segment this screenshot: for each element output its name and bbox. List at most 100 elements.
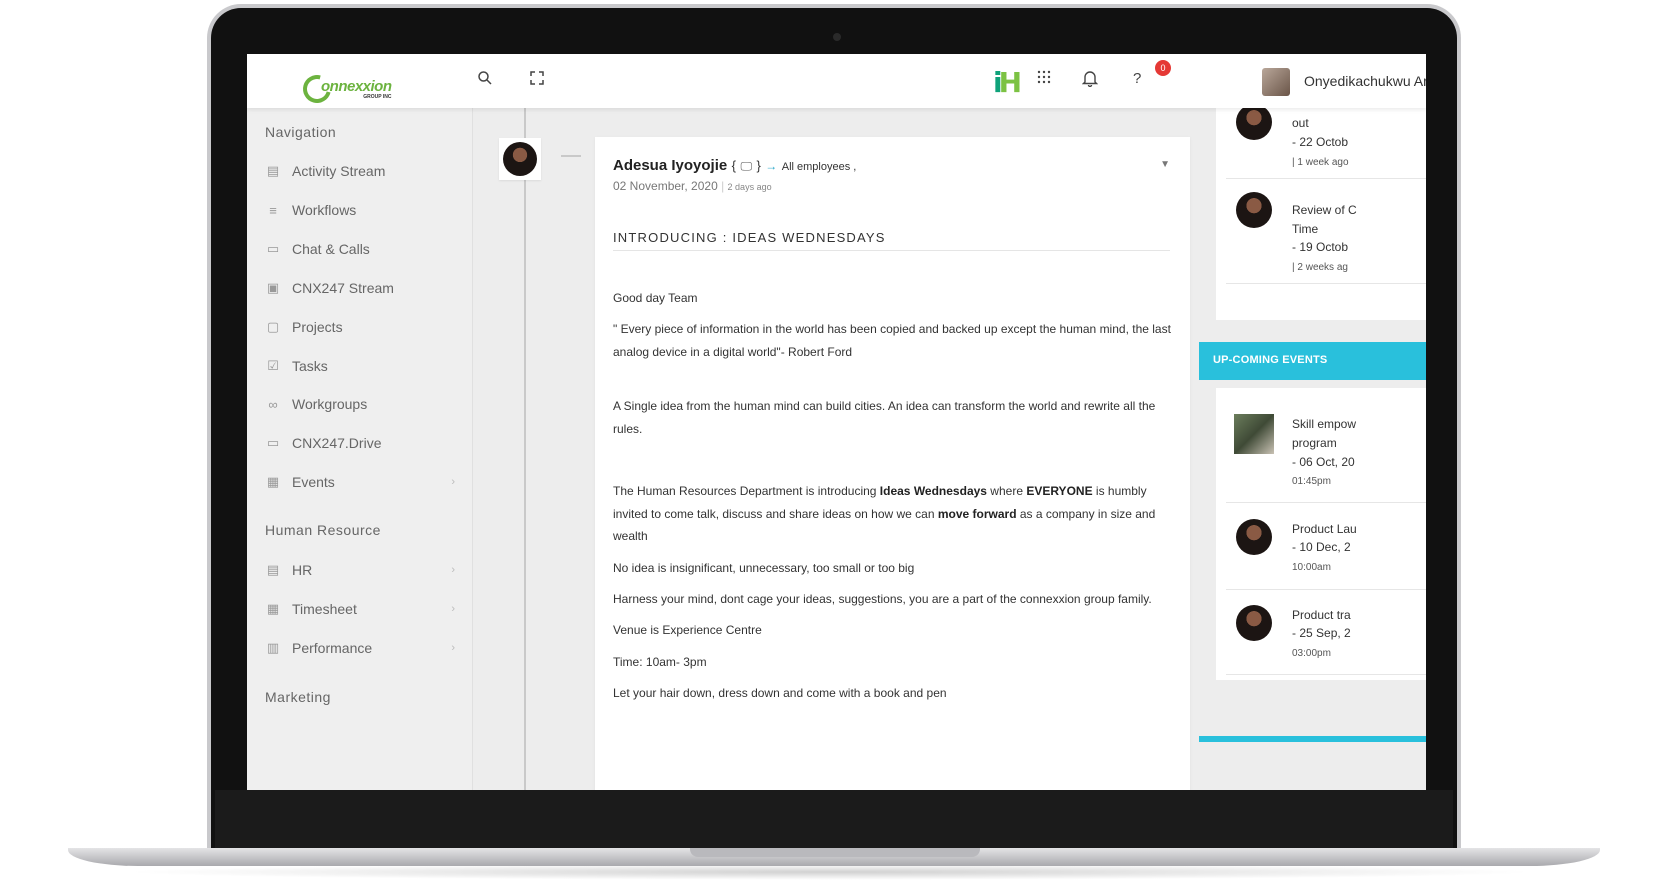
- sidebar-item-label: Events: [292, 474, 335, 490]
- search-icon[interactable]: [477, 70, 493, 91]
- announcement-avatar[interactable]: [1236, 104, 1272, 140]
- sidebar-item-label: Workgroups: [292, 396, 368, 412]
- sidebar-item-label: CNX247 Stream: [292, 280, 394, 296]
- sidebar-item-projects[interactable]: ▢ Projects: [265, 315, 455, 339]
- timeline-line: [524, 108, 526, 790]
- post-ago: 2 days ago: [727, 182, 772, 192]
- notification-badge: 0: [1155, 60, 1171, 76]
- sidebar-item-cnx247-drive[interactable]: ▭ CNX247.Drive: [265, 431, 455, 455]
- event-title[interactable]: Skill empow: [1292, 417, 1356, 431]
- title-divider: [613, 250, 1170, 251]
- apps-grid-icon[interactable]: [1037, 70, 1051, 89]
- announcement-title[interactable]: out: [1292, 116, 1309, 130]
- sidebar-item-label: Chat & Calls: [292, 241, 370, 257]
- chevron-right-icon: ›: [451, 642, 455, 654]
- laptop-chin: [215, 790, 1453, 848]
- upcoming-events-card: Skill empow program - 06 Oct, 20 01:45pm…: [1216, 388, 1426, 680]
- announcement-avatar[interactable]: [1236, 192, 1272, 228]
- camera-icon: [833, 33, 841, 41]
- event-title[interactable]: Product Lau: [1292, 522, 1357, 536]
- fullscreen-icon[interactable]: [529, 70, 545, 91]
- post-idea-paragraph: A Single idea from the human mind can bu…: [613, 399, 1156, 436]
- post-audience[interactable]: All employees ,: [782, 161, 857, 173]
- divider: [1226, 283, 1426, 284]
- laptop-notch: [690, 848, 980, 857]
- event-date: - 10 Dec, 2: [1292, 540, 1351, 554]
- event-title[interactable]: Product tra: [1292, 608, 1351, 622]
- brand-logo[interactable]: onnexxion GROUP INC: [297, 69, 392, 109]
- sidebar-item-chat-calls[interactable]: ▭ Chat & Calls: [265, 237, 455, 261]
- post-menu-caret-icon[interactable]: ▼: [1160, 159, 1170, 170]
- divider: [1226, 502, 1426, 503]
- top-bar: onnexxion GROUP INC iH 0 ? Onyedikachukw…: [247, 54, 1426, 109]
- sidebar: Navigation ▤ Activity Stream ≡ Workflows ▭…: [247, 108, 473, 790]
- sidebar-item-label: Workflows: [292, 202, 357, 218]
- sidebar-item-activity-stream[interactable]: ▤ Activity Stream: [265, 159, 455, 183]
- video-icon: ▣: [266, 280, 280, 295]
- help-icon[interactable]: ?: [1133, 70, 1141, 87]
- post-time: Time: 10am- 3pm: [613, 655, 707, 669]
- announcement-date: - 22 Octob: [1292, 135, 1349, 149]
- post-quote: " Every piece of information in the worl…: [613, 322, 1171, 359]
- chat-icon: ▭: [266, 241, 280, 256]
- event-photo[interactable]: [1234, 414, 1274, 454]
- sidebar-item-label: Tasks: [292, 358, 328, 374]
- post-greeting: Good day Team: [613, 291, 698, 305]
- chevron-right-icon: ›: [451, 476, 455, 488]
- post-venue: Venue is Experience Centre: [613, 623, 762, 637]
- brand-name: onnexxion: [321, 77, 392, 95]
- event-avatar[interactable]: [1236, 605, 1272, 641]
- event-date: - 25 Sep, 2: [1292, 626, 1351, 640]
- announcement-ago: | 2 weeks ag: [1292, 262, 1348, 273]
- post-card: Adesua Iyoyojie { 🖵 } → All employees , …: [595, 137, 1190, 790]
- bar-chart-icon: ▥: [266, 640, 280, 655]
- post-no-idea: No idea is insignificant, unnecessary, t…: [613, 561, 915, 575]
- sidebar-item-label: Performance: [292, 640, 373, 656]
- id-card-icon: ▤: [266, 562, 280, 577]
- sidebar-item-label: HR: [292, 562, 313, 578]
- upcoming-events-header: UP-COMING EVENTS: [1199, 342, 1426, 380]
- brand-c-mark: [297, 69, 337, 109]
- event-title-cont[interactable]: program: [1292, 436, 1337, 450]
- laptop-shadow: [120, 864, 1540, 880]
- sidebar-item-label: Activity Stream: [292, 163, 386, 179]
- user-name[interactable]: Onyedikachukwu An: [1304, 73, 1426, 89]
- sidebar-item-label: CNX247.Drive: [292, 435, 382, 451]
- app-screen: onnexxion GROUP INC iH 0 ? Onyedikachukw…: [247, 54, 1426, 790]
- marketing-title: Marketing: [265, 689, 331, 705]
- divider: [1226, 589, 1426, 590]
- sidebar-item-tasks[interactable]: ☑ Tasks: [265, 354, 455, 378]
- post-author-avatar[interactable]: [499, 138, 541, 180]
- user-avatar[interactable]: [1262, 68, 1290, 96]
- product-logo: iH: [993, 66, 1022, 99]
- brace-close: }: [756, 158, 761, 173]
- event-time: 10:00am: [1292, 562, 1331, 573]
- sidebar-item-cnx247-stream[interactable]: ▣ CNX247 Stream: [265, 276, 455, 300]
- announcement-title[interactable]: Review of C: [1292, 203, 1357, 217]
- event-date: - 06 Oct, 20: [1292, 455, 1355, 469]
- announcement-date: - 19 Octob: [1292, 240, 1349, 254]
- brace-open: {: [731, 158, 737, 173]
- divider: [1226, 674, 1426, 675]
- next-panel-header: [1199, 736, 1426, 742]
- post-author[interactable]: Adesua Iyoyojie: [613, 157, 727, 174]
- post-harness: Harness your mind, dont cage your ideas,…: [613, 592, 1152, 606]
- sidebar-item-timesheet[interactable]: ▦ Timesheet ›: [265, 597, 455, 621]
- drive-icon: ▭: [266, 435, 280, 450]
- brand-subtitle: GROUP INC: [363, 93, 392, 100]
- sidebar-item-performance[interactable]: ▥ Performance ›: [265, 636, 455, 660]
- announcement-title-cont[interactable]: Time: [1292, 222, 1318, 236]
- sidebar-item-hr[interactable]: ▤ HR ›: [265, 558, 455, 582]
- bell-icon[interactable]: [1081, 70, 1099, 92]
- sidebar-item-label: Timesheet: [292, 601, 357, 617]
- event-avatar[interactable]: [1236, 519, 1272, 555]
- post-hr-intro: The Human Resources Department is introd…: [613, 484, 1156, 543]
- list-icon: ≡: [269, 202, 277, 218]
- chevron-right-icon: ›: [451, 603, 455, 615]
- post-header: Adesua Iyoyojie { 🖵 } → All employees ,: [613, 157, 856, 175]
- sidebar-item-events[interactable]: ▦ Events ›: [265, 470, 455, 494]
- sidebar-item-workgroups[interactable]: ∞ Workgroups: [265, 392, 455, 416]
- monitor-icon: 🖵: [740, 159, 753, 173]
- sidebar-item-workflows[interactable]: ≡ Workflows: [265, 198, 455, 222]
- divider: [1226, 178, 1426, 179]
